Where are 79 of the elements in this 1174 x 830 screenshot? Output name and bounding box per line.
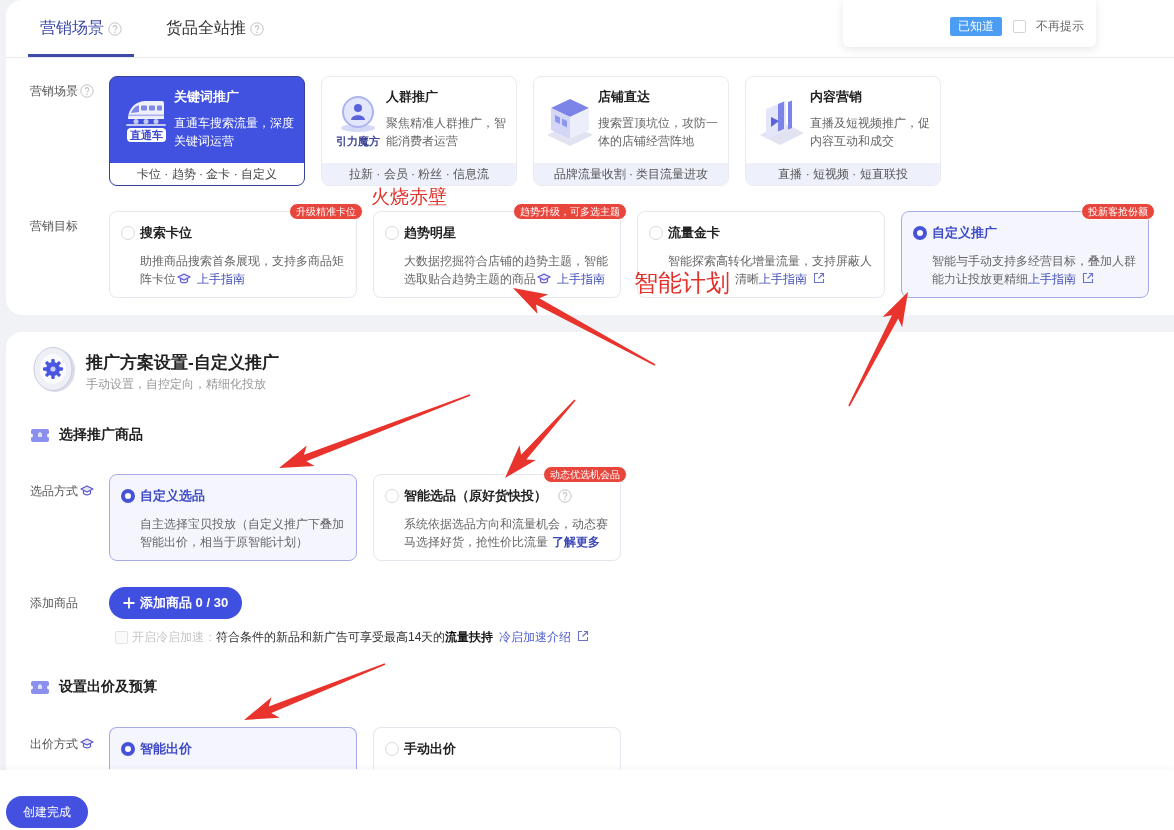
card-description: 助推商品搜索首条展现，支持多商品矩阵卡位 上手指南 xyxy=(140,253,345,288)
radio-button[interactable] xyxy=(121,742,135,756)
scenario-card[interactable]: 内容营销 直播及短视频推广，促内容互动和成交 直播 · 短视频 · 短直联投 xyxy=(745,76,941,186)
guide-link[interactable]: 上手指南 xyxy=(1028,272,1094,286)
graduation-cap-icon xyxy=(177,273,191,285)
promo-badge: 动态优选机会品 xyxy=(543,466,627,483)
ticket-icon xyxy=(30,679,50,695)
add-product-button[interactable]: 添加商品 0 / 30 xyxy=(109,587,243,619)
guide-link[interactable]: 上手指南 xyxy=(176,272,245,286)
card-tagline: 卡位 · 趋势 · 金卡 · 自定义 xyxy=(110,163,304,185)
promo-badge: 投新客抢份额 xyxy=(1081,203,1155,220)
plan-title: 推广方案设置-自定义推广 xyxy=(86,352,279,374)
card-description: 聚焦精准人群推广，智能消费者运营 xyxy=(386,115,507,150)
card-title: 自定义推广 xyxy=(932,225,997,241)
tab[interactable]: 营销场景 xyxy=(28,0,134,57)
checkbox-label: 不再提示 xyxy=(1036,18,1084,35)
learn-more-link[interactable]: 了解更多 xyxy=(552,535,600,549)
checkbox[interactable] xyxy=(1013,20,1026,33)
promo-badge: 趋势升级，可多选主题 xyxy=(513,203,627,220)
card-title: 趋势明星 xyxy=(404,225,456,241)
card-description: 系统依据选品方向和流量机会，动态赛马选择好货，抢性价比流量 了解更多 xyxy=(404,516,609,551)
card-description: 直通车搜索流量，深度关键词运营 xyxy=(174,115,295,150)
row-label: 营销场景 xyxy=(30,82,78,100)
help-icon[interactable] xyxy=(108,21,122,36)
card-title: 自定义选品 xyxy=(140,488,205,504)
option-card[interactable]: 智能出价 xyxy=(109,727,357,769)
plus-icon xyxy=(123,597,135,609)
card-title: 智能出价 xyxy=(140,741,192,757)
cold-start-note: 符合条件的新品和新广告可享受最高14天的流量扶持 xyxy=(216,628,494,646)
guide-link[interactable]: 上手指南 xyxy=(759,272,826,286)
external-link-icon xyxy=(577,629,590,642)
card-description: 智能与手动支持多经营目标，叠加人群能力让投放更精细上手指南 xyxy=(932,253,1137,288)
card-description: 搜索置顶坑位，攻防一体的店铺经营阵地 xyxy=(598,115,719,150)
scenario-card[interactable]: 店铺直达 搜索置顶坑位，攻防一体的店铺经营阵地 品牌流量收割 · 类目流量进攻 xyxy=(533,76,729,186)
row-label: 选品方式 xyxy=(30,482,78,500)
option-card[interactable]: 手动出价 xyxy=(373,727,621,769)
plan-subtitle: 手动设置，自控定向，精细化投放 xyxy=(86,376,267,392)
card-tagline: 拉新 · 会员 · 粉丝 · 信息流 xyxy=(322,163,516,185)
tab[interactable]: 货品全站推 xyxy=(154,0,276,57)
card-title: 智能选品（原好货快投） xyxy=(404,488,547,504)
card-title: 人群推广 xyxy=(386,89,439,105)
row-label: 出价方式 xyxy=(30,735,78,753)
card-title: 店铺直达 xyxy=(598,89,651,105)
external-link-icon xyxy=(1082,272,1094,284)
radio-button[interactable] xyxy=(121,489,135,503)
promo-badge: 升级精准卡位 xyxy=(289,203,363,220)
external-link-icon xyxy=(813,272,826,284)
card-title: 搜索卡位 xyxy=(140,225,192,241)
scenario-card[interactable]: 直通车 关键词推广 直通车搜索流量，深度关键词运营 卡位 · 趋势 · 金卡 · 自定义 xyxy=(109,76,305,186)
ticket-icon xyxy=(30,427,50,443)
icon-caption: 引力魔方 xyxy=(336,134,380,148)
card-title: 关键词推广 xyxy=(174,89,240,105)
section-title: 设置出价及预算 xyxy=(59,678,157,696)
help-icon[interactable] xyxy=(80,84,94,98)
card-description: 清晰上手指南 xyxy=(735,270,826,288)
card-title: 内容营销 xyxy=(810,89,863,105)
card-description: 直播及短视频推广，促内容互动和成交 xyxy=(810,115,931,150)
section-title: 选择推广商品 xyxy=(59,426,143,444)
row-label: 营销目标 xyxy=(30,217,78,235)
card-description: 大数据挖掘符合店铺的趋势主题，智能选取贴合趋势主题的商品 上手指南 xyxy=(404,253,609,288)
help-icon[interactable] xyxy=(558,489,572,503)
card-description: 智能探索高转化增量流量，支持屏蔽人 xyxy=(668,253,872,270)
card-tagline: 品牌流量收割 · 类目流量进攻 xyxy=(534,163,728,185)
annotation-text: 智能计划 xyxy=(634,270,730,295)
radio-button[interactable] xyxy=(913,226,927,240)
card-title: 流量金卡 xyxy=(668,225,720,241)
row-label: 添加商品 xyxy=(30,594,78,612)
graduation-cap-icon xyxy=(537,273,551,285)
scenario-card[interactable]: 引力魔方 人群推广 聚焦精准人群推广，智能消费者运营 拉新 · 会员 · 粉丝 · 信息流 xyxy=(321,76,517,186)
card-title: 手动出价 xyxy=(404,741,456,757)
gear-icon xyxy=(32,344,76,394)
annotation-text: 火烧赤壁 xyxy=(371,187,447,206)
icon-caption: 直通车 xyxy=(126,128,166,142)
option-card[interactable]: 自定义选品 自主选择宝贝投放（自定义推广下叠加智能出价，相当于原智能计划） xyxy=(109,474,357,561)
guide-link[interactable]: 上手指南 xyxy=(536,272,605,286)
help-icon[interactable] xyxy=(250,21,264,36)
create-button[interactable]: 创建完成 xyxy=(6,796,88,828)
card-tagline: 直播 · 短视频 · 短直联投 xyxy=(746,163,940,185)
card-description: 自主选择宝贝投放（自定义推广下叠加智能出价，相当于原智能计划） xyxy=(140,516,345,551)
